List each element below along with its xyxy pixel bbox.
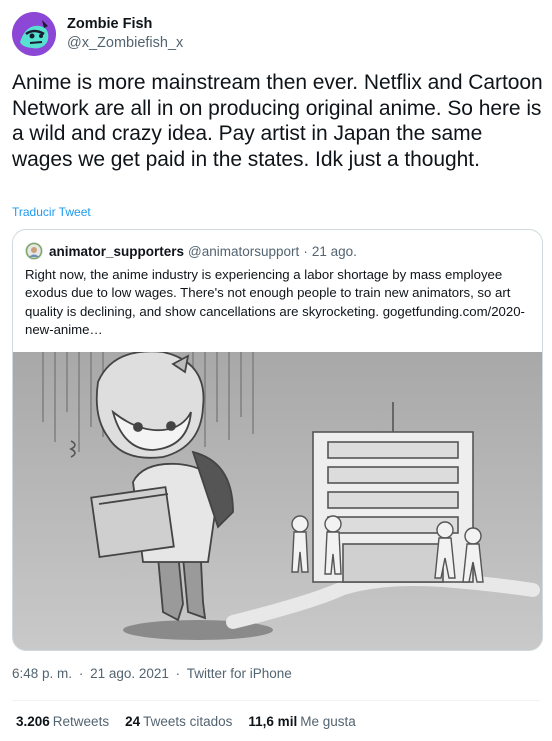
translate-tweet-link[interactable]: Traducir Tweet <box>12 205 91 219</box>
quotes-count: 24 <box>125 714 141 729</box>
quoted-tweet[interactable]: animator_supporters @animatorsupport · 2… <box>12 229 543 651</box>
author-info: Zombie Fish @x_Zombiefish_x <box>67 15 183 53</box>
likes-label: Me gusta <box>300 714 356 729</box>
quotes-label: Tweets citados <box>143 714 233 729</box>
divider <box>12 700 540 701</box>
tweet-stats: 3.206 Retweets 24 Tweets citados 11,6 mil M… <box>16 714 372 729</box>
retweets-count: 3.206 <box>16 714 50 729</box>
author-handle[interactable]: @x_Zombiefish_x <box>67 34 183 53</box>
tweet-text: Anime is more mainstream then ever. Netf… <box>12 71 543 171</box>
tweet-metadata: 6:48 p. m. · 21 ago. 2021 · Twitter for … <box>12 666 295 681</box>
quoted-tweet-text: Right now, the anime industry is experie… <box>25 267 525 338</box>
quoted-tweet-header: animator_supporters @animatorsupport · 2… <box>25 242 357 260</box>
tweet-time[interactable]: 6:48 p. m. <box>12 666 72 681</box>
quoted-separator: · <box>303 243 308 259</box>
likes-stat[interactable]: 11,6 mil Me gusta <box>248 714 355 729</box>
author-display-name[interactable]: Zombie Fish <box>67 15 183 34</box>
tweet-date[interactable]: 21 ago. 2021 <box>90 666 169 681</box>
meta-separator: · <box>175 666 181 681</box>
meta-separator: · <box>78 666 84 681</box>
likes-count: 11,6 mil <box>248 714 298 729</box>
author-avatar[interactable] <box>12 12 56 56</box>
tweet-source: Twitter for iPhone <box>186 666 292 681</box>
anime-illustration-image[interactable] <box>13 350 542 650</box>
retweets-stat[interactable]: 3.206 Retweets <box>16 714 109 729</box>
retweets-label: Retweets <box>52 714 110 729</box>
quoted-author-handle[interactable]: @animatorsupport <box>188 244 299 259</box>
quoted-author-name[interactable]: animator_supporters <box>49 244 184 259</box>
quoted-date[interactable]: 21 ago. <box>312 244 357 259</box>
quoted-author-avatar[interactable] <box>25 242 43 260</box>
quote-tweets-stat[interactable]: 24 Tweets citados <box>125 714 232 729</box>
tweet-header: Zombie Fish @x_Zombiefish_x <box>12 10 183 58</box>
